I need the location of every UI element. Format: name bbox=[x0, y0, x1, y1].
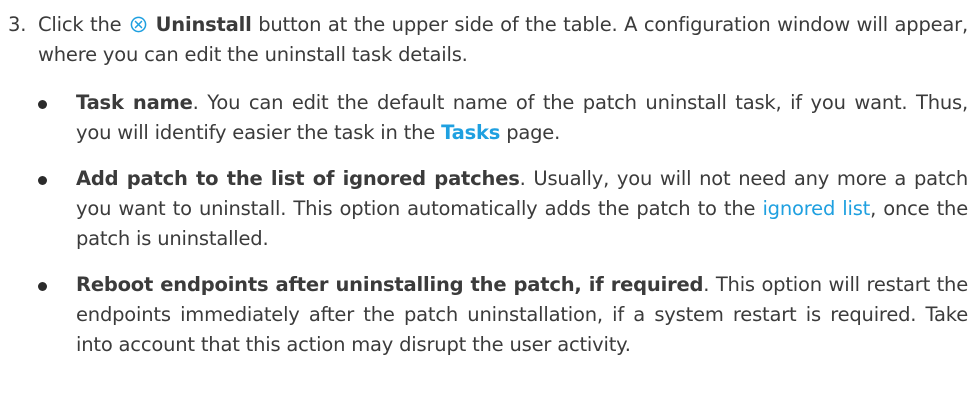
uninstall-button-label: Uninstall bbox=[155, 13, 252, 36]
option-title: Task name bbox=[76, 91, 193, 114]
step-3-text: Click the Uninstall button at the upper … bbox=[38, 10, 968, 70]
bullet-icon bbox=[38, 100, 47, 109]
option-text: Reboot endpoints after uninstalling the … bbox=[76, 270, 968, 360]
uninstall-circle-x-icon bbox=[130, 16, 147, 33]
option-title: Add patch to the list of ignored patches bbox=[76, 167, 520, 190]
bullet-icon bbox=[38, 176, 47, 185]
step-text-before-icon: Click the bbox=[38, 13, 129, 36]
document-page: 3. Click the Uninstall button at the upp… bbox=[0, 0, 978, 394]
option-text: Task name. You can edit the default name… bbox=[76, 88, 968, 148]
ignored-list-link[interactable]: ignored list bbox=[762, 197, 870, 220]
step-number: 3. bbox=[8, 13, 27, 36]
option-description-end: page. bbox=[500, 121, 561, 144]
option-text: Add patch to the list of ignored patches… bbox=[76, 164, 968, 254]
option-title: Reboot endpoints after uninstalling the … bbox=[76, 273, 704, 296]
tasks-page-link[interactable]: Tasks bbox=[441, 121, 500, 144]
bullet-icon bbox=[38, 282, 47, 291]
